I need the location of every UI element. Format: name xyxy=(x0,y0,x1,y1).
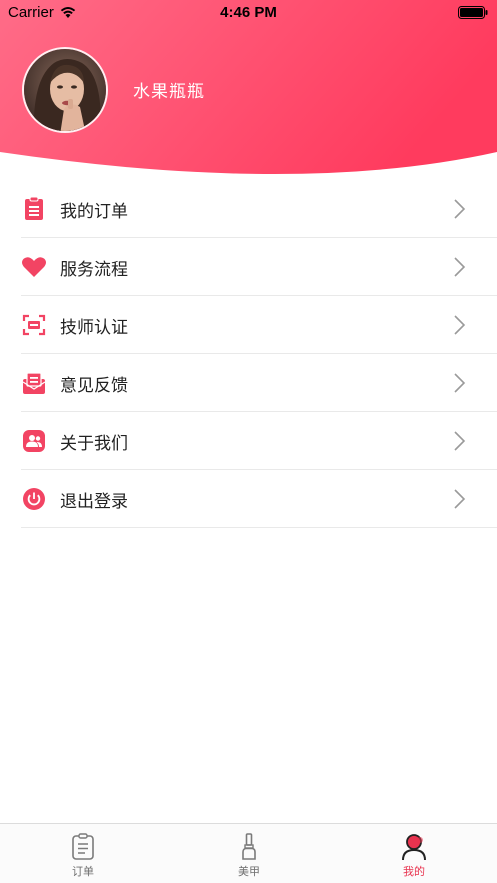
battery-icon xyxy=(458,6,488,19)
chevron-right-icon xyxy=(454,257,466,277)
chevron-right-icon xyxy=(454,373,466,393)
menu-item-label: 技师认证 xyxy=(60,318,128,338)
profile-menu: 我的订单 服务流程 技师认证 意见反馈 关于我们 退出登录 xyxy=(0,180,497,528)
clipboard-icon xyxy=(72,833,94,860)
username: 水果瓶瓶 xyxy=(133,82,205,102)
menu-item-logout[interactable]: 退出登录 xyxy=(21,470,497,528)
tab-orders[interactable]: 订单 xyxy=(0,824,166,883)
clipboard-icon xyxy=(25,197,43,220)
person-icon xyxy=(402,834,426,861)
chevron-right-icon xyxy=(454,489,466,509)
tab-mine[interactable]: 我的 xyxy=(331,824,497,883)
menu-item-label: 意见反馈 xyxy=(60,376,128,396)
scan-id-icon xyxy=(22,314,46,336)
menu-item-about-us[interactable]: 关于我们 xyxy=(21,412,497,470)
menu-item-feedback[interactable]: 意见反馈 xyxy=(21,354,497,412)
tab-manicure[interactable]: 美甲 xyxy=(166,824,332,883)
chevron-right-icon xyxy=(454,199,466,219)
menu-item-label: 退出登录 xyxy=(60,492,128,512)
avatar[interactable] xyxy=(22,47,108,133)
chevron-right-icon xyxy=(454,315,466,335)
profile-screen: Carrier 4:46 PM 水果瓶瓶 我的订单 服务流程 技师认证 意见反馈… xyxy=(0,0,497,883)
tab-label: 我的 xyxy=(403,865,425,878)
status-bar: Carrier 4:46 PM xyxy=(0,0,497,26)
menu-item-technician-certification[interactable]: 技师认证 xyxy=(21,296,497,354)
about-us-icon xyxy=(23,430,45,452)
feedback-mail-icon xyxy=(22,372,46,394)
chevron-right-icon xyxy=(454,431,466,451)
menu-item-my-orders[interactable]: 我的订单 xyxy=(21,180,497,238)
menu-item-label: 我的订单 xyxy=(60,202,128,222)
menu-item-service-process[interactable]: 服务流程 xyxy=(21,238,497,296)
status-time: 4:46 PM xyxy=(220,4,277,21)
tab-label: 订单 xyxy=(72,865,94,878)
menu-item-label: 服务流程 xyxy=(60,260,128,280)
heart-icon xyxy=(22,257,46,277)
tab-label: 美甲 xyxy=(238,865,260,878)
tab-bar: 订单 美甲 我的 xyxy=(0,823,497,883)
nail-polish-icon xyxy=(242,833,256,860)
profile-header: Carrier 4:46 PM 水果瓶瓶 xyxy=(0,0,497,182)
avatar-photo xyxy=(24,49,106,131)
power-icon xyxy=(23,488,45,510)
menu-item-label: 关于我们 xyxy=(60,434,128,454)
